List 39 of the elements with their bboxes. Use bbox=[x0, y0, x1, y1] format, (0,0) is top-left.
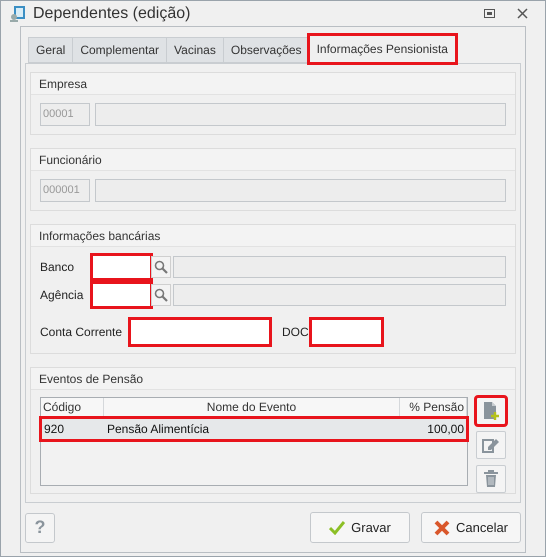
add-button[interactable] bbox=[476, 397, 506, 426]
close-icon bbox=[516, 8, 528, 20]
input-field[interactable] bbox=[92, 255, 151, 280]
input-field[interactable] bbox=[130, 319, 270, 346]
restore-icon bbox=[484, 9, 494, 18]
description-field[interactable] bbox=[173, 256, 506, 278]
table-cell-text: 920 bbox=[43, 421, 66, 438]
search-button[interactable] bbox=[151, 284, 171, 306]
field-label: Agência bbox=[40, 287, 84, 304]
table-cell-text: 100,00 bbox=[426, 421, 465, 438]
close-icon bbox=[434, 520, 450, 536]
field-label: Banco bbox=[40, 259, 76, 276]
trash-icon bbox=[483, 470, 499, 488]
field-label: DOC bbox=[282, 324, 310, 342]
tab[interactable]: Observações bbox=[222, 37, 310, 64]
table-cell-text: Pensão Alimentícia bbox=[106, 421, 210, 438]
tab[interactable]: Complementar bbox=[72, 37, 168, 64]
edit-button[interactable] bbox=[476, 431, 506, 460]
name-field[interactable] bbox=[95, 103, 506, 126]
delete-button[interactable] bbox=[476, 465, 506, 494]
save-button[interactable]: Gravar bbox=[310, 512, 410, 544]
search-icon bbox=[154, 288, 168, 302]
input-field[interactable] bbox=[311, 319, 382, 346]
edit-icon bbox=[482, 436, 500, 454]
input-field[interactable] bbox=[92, 283, 151, 308]
tab[interactable]: Geral bbox=[28, 37, 74, 64]
app-icon bbox=[9, 4, 27, 23]
tab[interactable]: Informações Pensionista bbox=[308, 35, 456, 64]
description-field[interactable] bbox=[173, 284, 506, 306]
tab[interactable]: Vacinas bbox=[166, 37, 224, 64]
field-label: Conta Corrente bbox=[40, 324, 124, 342]
search-button[interactable] bbox=[151, 256, 171, 278]
check-icon bbox=[329, 520, 346, 535]
add-document-icon bbox=[482, 401, 500, 422]
name-field[interactable] bbox=[95, 179, 506, 202]
search-icon bbox=[154, 260, 168, 274]
window-title: Dependentes (edição) bbox=[33, 4, 190, 24]
cancel-button[interactable]: Cancelar bbox=[421, 512, 521, 544]
table-row[interactable]: 920 Pensão Alimentícia 100,00 bbox=[41, 418, 467, 440]
